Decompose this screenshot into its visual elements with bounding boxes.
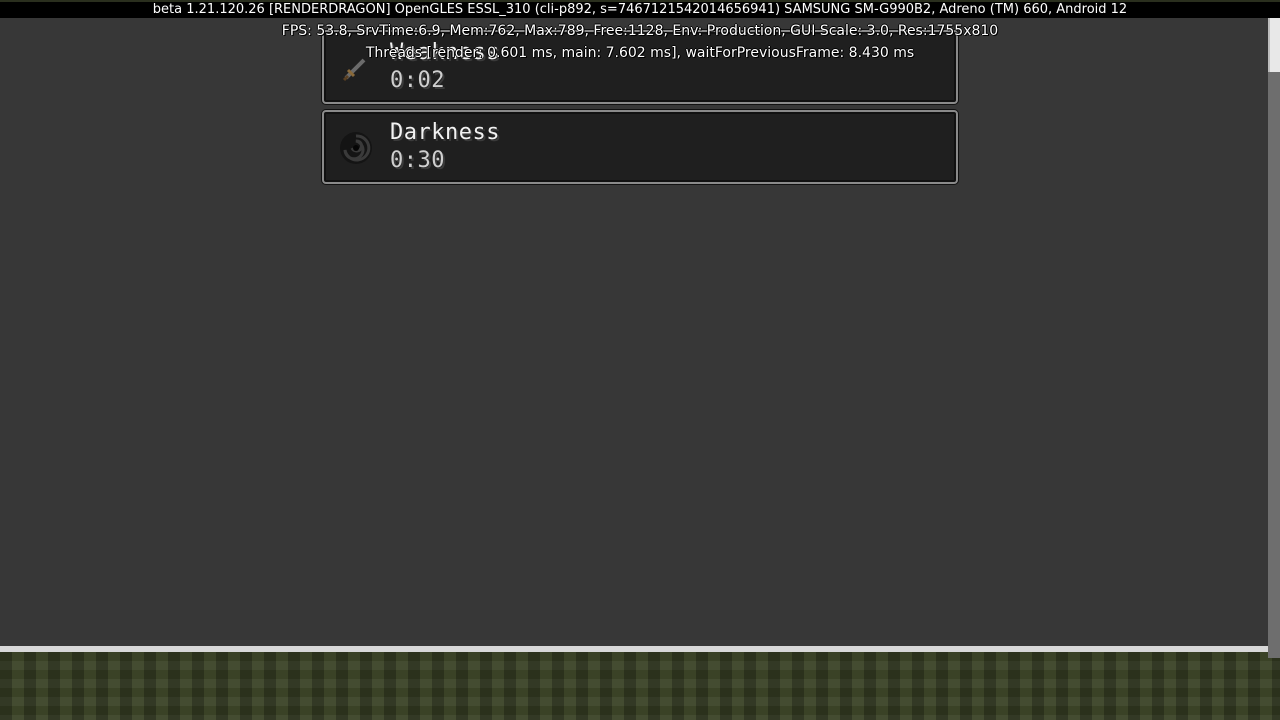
effect-duration: 0:30 [390, 148, 445, 173]
debug-fps-line: FPS: 53.8, SrvTime:6.9, Mem:762, Max:789… [281, 23, 999, 39]
effect-card-darkness: Darkness 0:30 [322, 110, 958, 184]
effect-name: Darkness [390, 120, 500, 145]
grass-background [0, 652, 1280, 720]
scrollbar-track[interactable] [1268, 72, 1280, 658]
darkness-swirl-icon [338, 130, 374, 166]
debug-threads-line: Threads [render: 0.601 ms, main: 7.602 m… [365, 45, 915, 61]
effect-card-weakness: Weakness 0:02 [322, 30, 958, 104]
debug-version-line: beta 1.21.120.26 [RENDERDRAGON] OpenGLES… [0, 2, 1280, 18]
effect-duration: 0:02 [390, 68, 445, 93]
